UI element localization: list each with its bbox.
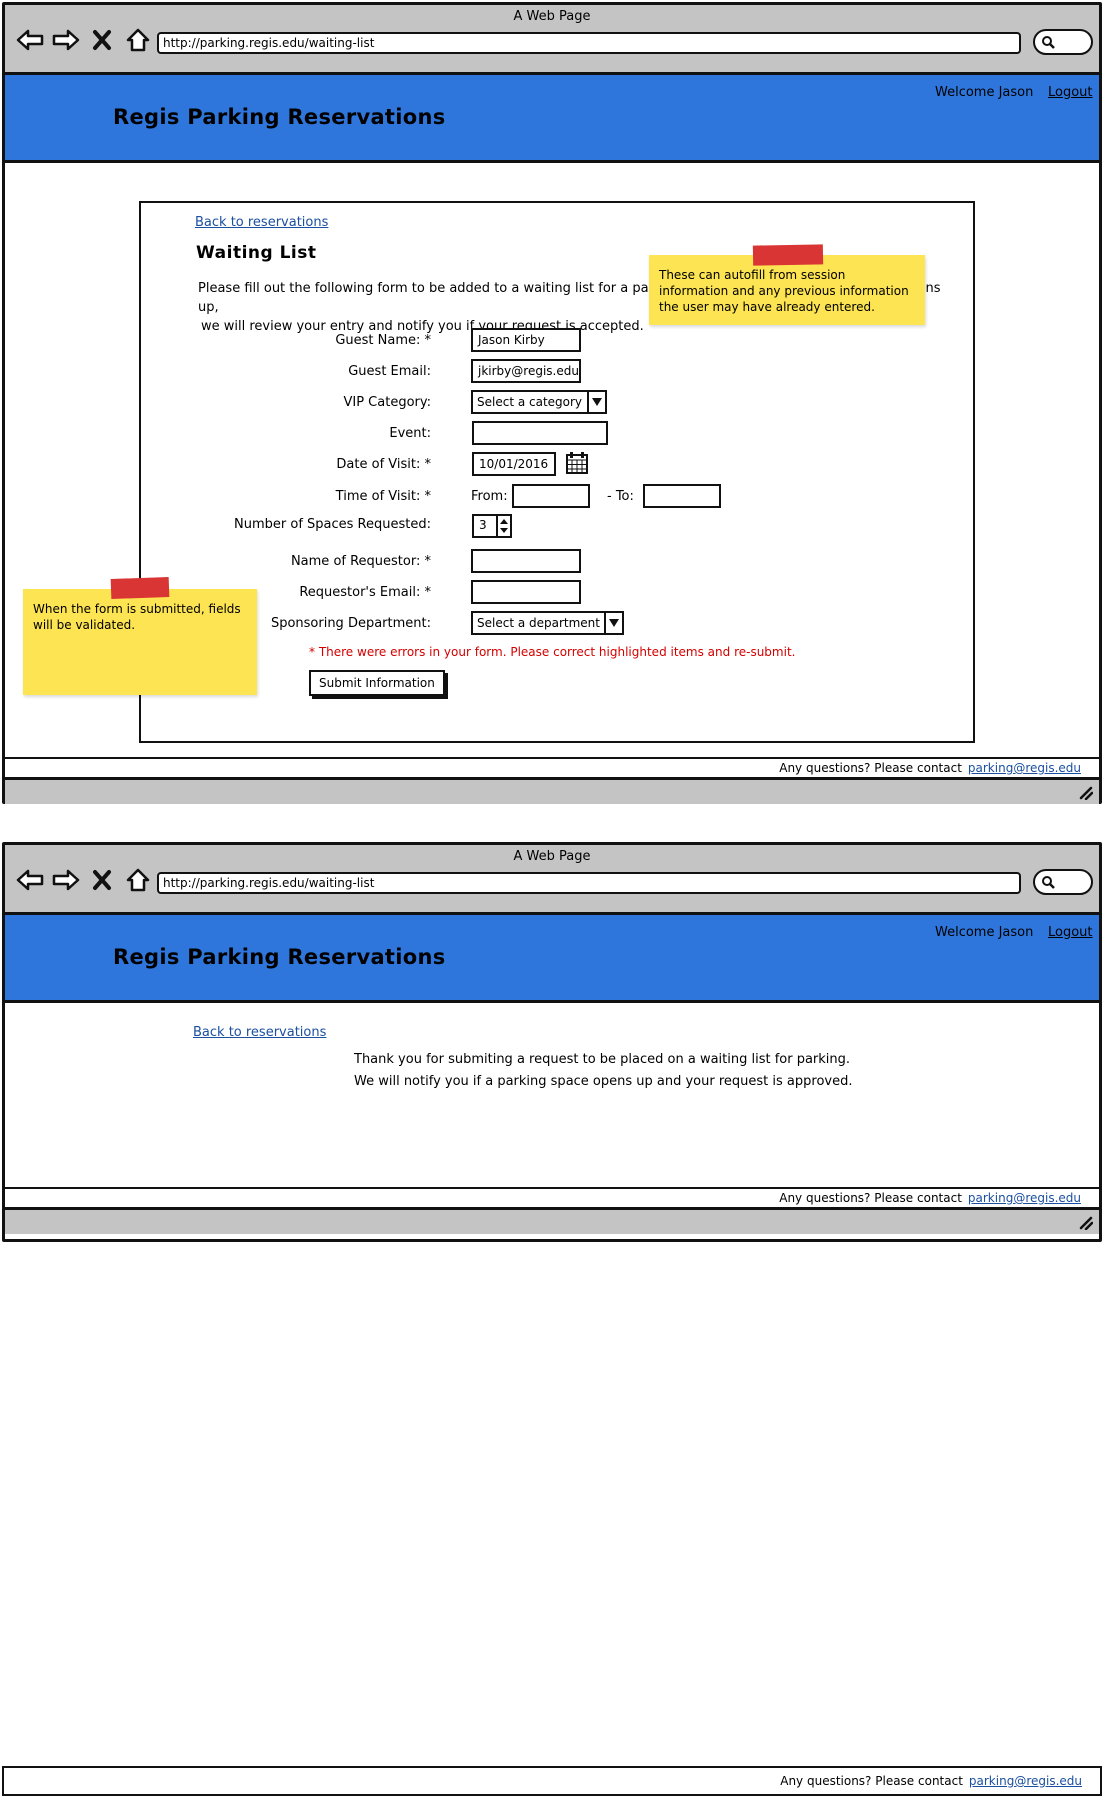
search-icon bbox=[1042, 36, 1055, 49]
browser-window-confirmation: A Web Page http://parking.regis.edu/wait… bbox=[2, 842, 1102, 1242]
date-of-visit-label: Date of Visit: * bbox=[336, 457, 431, 472]
site-title: Regis Parking Reservations bbox=[113, 945, 446, 969]
time-to-input[interactable] bbox=[643, 484, 721, 508]
num-spaces-label: Number of Spaces Requested: bbox=[234, 517, 431, 532]
time-to-label: - To: bbox=[607, 489, 634, 504]
department-select[interactable]: Select a department bbox=[471, 611, 624, 635]
sticky-tape bbox=[752, 244, 824, 266]
site-header: Regis Parking Reservations Welcome Jason… bbox=[5, 75, 1099, 163]
search-icon bbox=[1042, 876, 1055, 889]
close-icon[interactable] bbox=[87, 25, 117, 55]
confirmation-line-1: Thank you for submiting a request to be … bbox=[354, 1052, 851, 1067]
spinner-arrows-icon[interactable] bbox=[496, 516, 510, 536]
content-area: Back to reservations Thank you for submi… bbox=[5, 1003, 1099, 1187]
event-label: Event: bbox=[389, 426, 431, 441]
home-icon[interactable] bbox=[123, 25, 153, 55]
sticky-note-autofill: These can autofill from session informat… bbox=[649, 255, 925, 325]
footer-contact: Any questions? Please contact parking@reg… bbox=[780, 1774, 1082, 1788]
browser-window-form: A Web Page http://parking.regis.edu/wait… bbox=[2, 2, 1102, 804]
sticky-note-autofill-text: These can autofill from session informat… bbox=[659, 268, 909, 314]
url-bar[interactable]: http://parking.regis.edu/waiting-list bbox=[157, 872, 1021, 894]
event-input[interactable] bbox=[472, 421, 608, 445]
sticky-tape bbox=[110, 576, 170, 600]
footer-contact: Any questions? Please contact parking@reg… bbox=[779, 761, 1081, 775]
browser-search[interactable] bbox=[1033, 29, 1093, 55]
back-arrow-icon[interactable] bbox=[15, 865, 45, 895]
vip-category-value: Select a category bbox=[477, 395, 583, 409]
browser-search[interactable] bbox=[1033, 869, 1093, 895]
footer-text: Any questions? Please contact bbox=[779, 1191, 962, 1205]
confirmation-line-2: We will notify you if a parking space op… bbox=[354, 1074, 853, 1089]
close-icon[interactable] bbox=[87, 865, 117, 895]
dropdown-arrow-icon[interactable] bbox=[604, 613, 622, 633]
forward-arrow-icon[interactable] bbox=[51, 865, 81, 895]
resize-grip-icon[interactable] bbox=[1077, 1214, 1094, 1234]
guest-email-label: Guest Email: bbox=[348, 364, 431, 379]
calendar-icon[interactable] bbox=[565, 451, 589, 479]
standalone-footer: Any questions? Please contact parking@reg… bbox=[2, 1766, 1102, 1796]
sticky-note-validation: When the form is submitted, fields will … bbox=[23, 589, 257, 695]
guest-name-input[interactable]: Jason Kirby bbox=[471, 328, 581, 352]
requestor-email-input[interactable] bbox=[471, 580, 581, 604]
footer-email-link[interactable]: parking@regis.edu bbox=[968, 1191, 1081, 1205]
footer-text: Any questions? Please contact bbox=[779, 761, 962, 775]
vip-category-label: VIP Category: bbox=[343, 395, 431, 410]
dropdown-arrow-icon[interactable] bbox=[587, 392, 605, 412]
browser-titlebar: A Web Page http://parking.regis.edu/wait… bbox=[5, 845, 1099, 915]
site-footer: Any questions? Please contact parking@reg… bbox=[5, 1187, 1099, 1209]
browser-titlebar: A Web Page http://parking.regis.edu/wait… bbox=[5, 5, 1099, 75]
resize-grip-icon[interactable] bbox=[1077, 784, 1094, 804]
requestor-name-label: Name of Requestor: * bbox=[290, 554, 431, 569]
date-of-visit-input[interactable]: 10/01/2016 bbox=[472, 452, 556, 476]
time-from-label: From: bbox=[471, 489, 508, 504]
footer-text: Any questions? Please contact bbox=[780, 1774, 963, 1788]
num-spaces-stepper[interactable]: 3 bbox=[472, 514, 512, 538]
logout-link[interactable]: Logout bbox=[1048, 85, 1093, 100]
site-title: Regis Parking Reservations bbox=[113, 105, 446, 129]
sticky-note-validation-text: When the form is submitted, fields will … bbox=[33, 602, 241, 632]
welcome-text: Welcome Jason bbox=[935, 85, 1034, 100]
url-bar[interactable]: http://parking.regis.edu/waiting-list bbox=[157, 32, 1021, 54]
page-title: Waiting List bbox=[196, 243, 317, 263]
footer-email-link[interactable]: parking@regis.edu bbox=[968, 761, 1081, 775]
back-to-reservations-link[interactable]: Back to reservations bbox=[193, 1025, 326, 1040]
confirmation-message: Thank you for submiting a request to be … bbox=[354, 1049, 852, 1093]
time-of-visit-label: Time of Visit: * bbox=[335, 489, 431, 504]
window-title: A Web Page bbox=[513, 9, 591, 24]
back-to-reservations-link[interactable]: Back to reservations bbox=[195, 215, 328, 230]
back-arrow-icon[interactable] bbox=[15, 25, 45, 55]
site-header: Regis Parking Reservations Welcome Jason… bbox=[5, 915, 1099, 1003]
nav-buttons bbox=[15, 865, 153, 895]
window-title: A Web Page bbox=[513, 849, 591, 864]
vip-category-select[interactable]: Select a category bbox=[471, 390, 607, 414]
department-value: Select a department bbox=[477, 616, 600, 630]
form-error-message: * There were errors in your form. Please… bbox=[309, 645, 796, 659]
submit-information-button[interactable]: Submit Information bbox=[309, 670, 445, 696]
content-area: Back to reservations Waiting List Please… bbox=[5, 163, 1099, 757]
site-footer: Any questions? Please contact parking@reg… bbox=[5, 757, 1099, 779]
guest-email-input[interactable]: jkirby@regis.edu bbox=[471, 359, 581, 383]
browser-status-bar bbox=[5, 1209, 1099, 1234]
num-spaces-value: 3 bbox=[479, 518, 487, 532]
guest-name-label: Guest Name: * bbox=[335, 333, 431, 348]
browser-status-bar bbox=[5, 779, 1099, 804]
home-icon[interactable] bbox=[123, 865, 153, 895]
logout-link[interactable]: Logout bbox=[1048, 925, 1093, 940]
footer-contact: Any questions? Please contact parking@reg… bbox=[779, 1191, 1081, 1205]
welcome-text: Welcome Jason bbox=[935, 925, 1034, 940]
time-from-input[interactable] bbox=[512, 484, 590, 508]
forward-arrow-icon[interactable] bbox=[51, 25, 81, 55]
footer-email-link[interactable]: parking@regis.edu bbox=[969, 1774, 1082, 1788]
requestor-name-input[interactable] bbox=[471, 549, 581, 573]
nav-buttons bbox=[15, 25, 153, 55]
